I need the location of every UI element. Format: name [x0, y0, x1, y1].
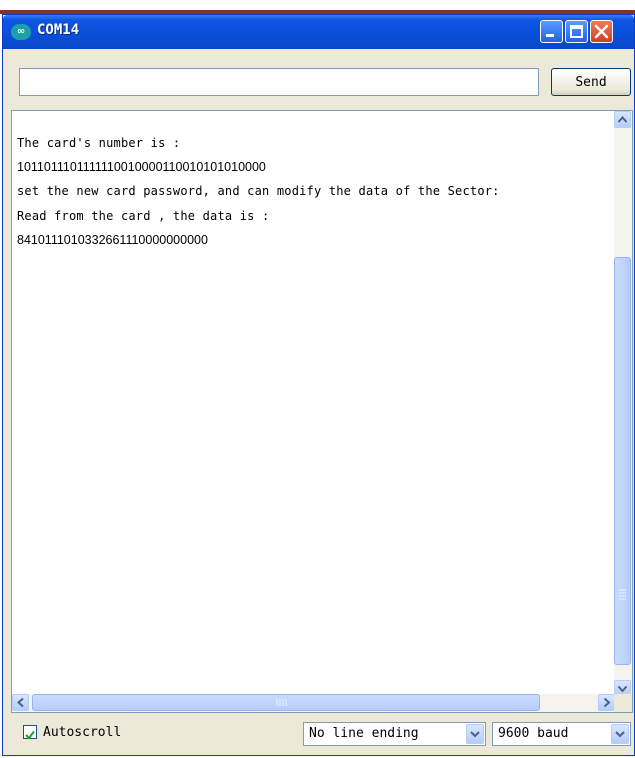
vertical-scroll-thumb[interactable]: [614, 257, 631, 665]
log-line: The card's number is :: [17, 136, 181, 150]
dropdown-arrow-icon: [615, 731, 625, 738]
scroll-corner: [614, 694, 632, 712]
grip-icon: [276, 699, 287, 706]
scroll-up-icon: [617, 115, 628, 123]
grip-icon: [619, 589, 626, 600]
baud-rate-value: 9600 baud: [498, 726, 569, 741]
minimize-button[interactable]: [540, 20, 563, 43]
serial-monitor-window: ∞ COM14 Send The card's number is : 1011…: [2, 14, 635, 756]
vertical-scrollbar[interactable]: [614, 111, 632, 697]
minimize-icon: [546, 34, 554, 37]
autoscroll-checkbox[interactable]: [23, 725, 37, 740]
arduino-icon: ∞: [11, 24, 31, 40]
serial-output-area[interactable]: The card's number is : 10110111011111100…: [11, 110, 633, 713]
close-button[interactable]: [590, 20, 613, 43]
send-input[interactable]: [19, 68, 539, 96]
log-line: 1011011101111110010000110010101010000: [17, 160, 266, 175]
document-top-rule: [0, 0, 635, 14]
send-bar: Send: [3, 49, 634, 99]
baud-rate-dropdown-button[interactable]: [611, 724, 629, 744]
window-title: COM14: [37, 22, 80, 38]
send-button[interactable]: Send: [551, 68, 631, 96]
bottom-toolbar: Autoscroll No line ending 9600 baud: [3, 713, 634, 755]
serial-log: The card's number is : 10110111011111100…: [17, 131, 609, 681]
scroll-right-icon: [603, 697, 611, 708]
close-icon: [594, 24, 609, 39]
maximize-icon: [570, 25, 583, 38]
title-bar[interactable]: ∞ COM14: [3, 15, 634, 49]
line-ending-value: No line ending: [309, 726, 419, 741]
horizontal-scrollbar[interactable]: [12, 694, 615, 712]
log-line: Read from the card , the data is :: [17, 208, 270, 223]
line-ending-dropdown-button[interactable]: [466, 724, 484, 744]
scroll-right-button[interactable]: [598, 694, 615, 711]
log-line: 8410111010332661110000000000: [17, 232, 208, 247]
log-line: set the new card password, and can modif…: [17, 184, 500, 199]
checkmark-icon: [25, 730, 35, 740]
scroll-up-button[interactable]: [614, 111, 631, 128]
scroll-left-button[interactable]: [12, 694, 29, 711]
horizontal-scroll-thumb[interactable]: [32, 694, 540, 711]
scroll-left-icon: [16, 697, 24, 708]
baud-rate-select[interactable]: 9600 baud: [492, 722, 631, 746]
maximize-button[interactable]: [565, 20, 588, 43]
dropdown-arrow-icon: [470, 731, 480, 738]
autoscroll-label: Autoscroll: [43, 725, 122, 740]
line-ending-select[interactable]: No line ending: [303, 722, 486, 746]
